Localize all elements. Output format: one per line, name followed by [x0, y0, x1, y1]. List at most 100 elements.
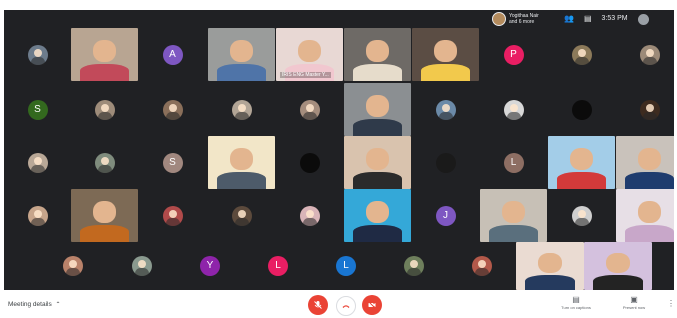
participant-body [352, 172, 403, 189]
participant-tile[interactable] [412, 136, 479, 189]
participant-tile[interactable]: L [312, 242, 380, 290]
participant-tile[interactable] [4, 28, 71, 81]
participant-tile[interactable] [344, 136, 411, 189]
captions-icon: ▤ [572, 295, 580, 304]
participant-tile[interactable] [276, 83, 343, 136]
participant-tile[interactable] [276, 189, 343, 242]
present-now-button[interactable]: ▣ Present now [614, 294, 654, 316]
participant-tile[interactable] [616, 28, 674, 81]
participant-tile[interactable] [448, 242, 516, 290]
participant-body [216, 64, 267, 81]
participant-blank-avatar [571, 99, 592, 120]
microphone-button[interactable] [308, 295, 328, 315]
participant-tile[interactable] [108, 242, 176, 290]
participant-face [298, 39, 321, 62]
participant-photo-avatar [571, 205, 592, 226]
participant-tile[interactable] [344, 83, 411, 136]
participant-initial-avatar: J [435, 205, 456, 226]
self-view-avatar[interactable] [637, 13, 649, 25]
participant-tile[interactable] [139, 83, 206, 136]
participant-tile[interactable] [616, 83, 674, 136]
chat-icon[interactable]: ▤ [584, 12, 592, 26]
participant-initial-avatar: L [336, 256, 356, 276]
participant-tile[interactable] [139, 189, 206, 242]
participant-body [488, 225, 539, 242]
participant-face [434, 39, 457, 62]
participant-tile[interactable]: Y [176, 242, 244, 290]
participant-tile[interactable] [276, 136, 343, 189]
participant-photo-avatar [435, 99, 456, 120]
participant-initial-avatar: A [162, 44, 183, 65]
participant-tile[interactable] [344, 28, 411, 81]
participant-tile[interactable] [616, 189, 674, 242]
participant-tile[interactable] [208, 28, 275, 81]
participant-photo-avatar [94, 152, 115, 173]
participant-tile[interactable] [480, 83, 547, 136]
participant-initial-avatar: L [268, 256, 288, 276]
participant-initial-avatar: S [162, 152, 183, 173]
participant-initial-avatar: S [27, 99, 48, 120]
camera-button[interactable] [362, 295, 382, 315]
participant-tile[interactable] [71, 189, 138, 242]
participant-photo-avatar [299, 99, 320, 120]
participant-tile[interactable] [380, 242, 448, 290]
participant-tile[interactable] [412, 28, 479, 81]
participant-blank-avatar [299, 152, 320, 173]
participant-photo-avatar [27, 205, 48, 226]
participant-photo-avatar [299, 205, 320, 226]
participant-tile[interactable] [71, 136, 138, 189]
participant-tile[interactable] [584, 242, 652, 290]
participant-photo-avatar [162, 205, 183, 226]
participant-photo-avatar [639, 99, 660, 120]
participant-body [352, 225, 403, 242]
participant-body [556, 172, 607, 189]
participant-face [93, 39, 116, 62]
captions-button[interactable]: ▤ Turn on captions [556, 294, 596, 316]
meeting-details-button[interactable]: Meeting details ⌃ [8, 300, 61, 310]
participant-tile[interactable] [548, 189, 615, 242]
top-right-controls: 👥 ▤ 3:53 PM [564, 12, 649, 26]
participant-tile[interactable] [71, 83, 138, 136]
participant-face [366, 39, 389, 62]
more-options-icon[interactable]: ⋮ [667, 299, 675, 308]
participant-photo-avatar [132, 256, 152, 276]
participant-tile[interactable]: P [480, 28, 547, 81]
participant-tile[interactable]: IRIS ENG Master Y... [276, 28, 343, 81]
leave-call-button[interactable] [336, 296, 356, 316]
participant-tile[interactable] [4, 189, 71, 242]
participant-tile[interactable]: A [139, 28, 206, 81]
participant-photo-avatar [27, 44, 48, 65]
presenter-chip[interactable]: Yogithaa Nair and 6 more [492, 11, 554, 27]
meeting-details-label: Meeting details [8, 301, 52, 308]
participant-tile[interactable] [616, 136, 674, 189]
participant-tile[interactable] [39, 242, 107, 290]
participant-tile[interactable] [548, 83, 615, 136]
participant-tile[interactable] [208, 136, 275, 189]
participant-tile[interactable] [208, 83, 275, 136]
participant-tile[interactable] [480, 189, 547, 242]
participant-tile[interactable] [71, 28, 138, 81]
participant-initial-avatar: L [503, 152, 524, 173]
presenter-more: and 6 more [509, 19, 535, 25]
participant-tile[interactable] [4, 136, 71, 189]
participant-body [524, 274, 576, 290]
participant-face [230, 39, 253, 62]
participant-tile[interactable]: L [480, 136, 547, 189]
mic-off-icon [314, 301, 322, 309]
people-icon[interactable]: 👥 [564, 12, 574, 26]
participant-tile[interactable] [208, 189, 275, 242]
participant-face [93, 200, 116, 223]
participant-tile[interactable]: S [139, 136, 206, 189]
participant-tile[interactable]: S [4, 83, 71, 136]
participant-tile[interactable]: J [412, 189, 479, 242]
participant-tile[interactable] [516, 242, 584, 290]
meeting-grid: Yogithaa Nair and 6 more 👥 ▤ 3:53 PM A IR… [4, 10, 674, 290]
participant-tile[interactable] [412, 83, 479, 136]
presenter-avatar [492, 12, 506, 26]
participant-tile[interactable] [548, 136, 615, 189]
participant-tile[interactable] [344, 189, 411, 242]
participant-photo-avatar [571, 44, 592, 65]
participant-tile[interactable]: L [244, 242, 312, 290]
participant-tile[interactable] [548, 28, 615, 81]
participant-body [624, 225, 674, 242]
